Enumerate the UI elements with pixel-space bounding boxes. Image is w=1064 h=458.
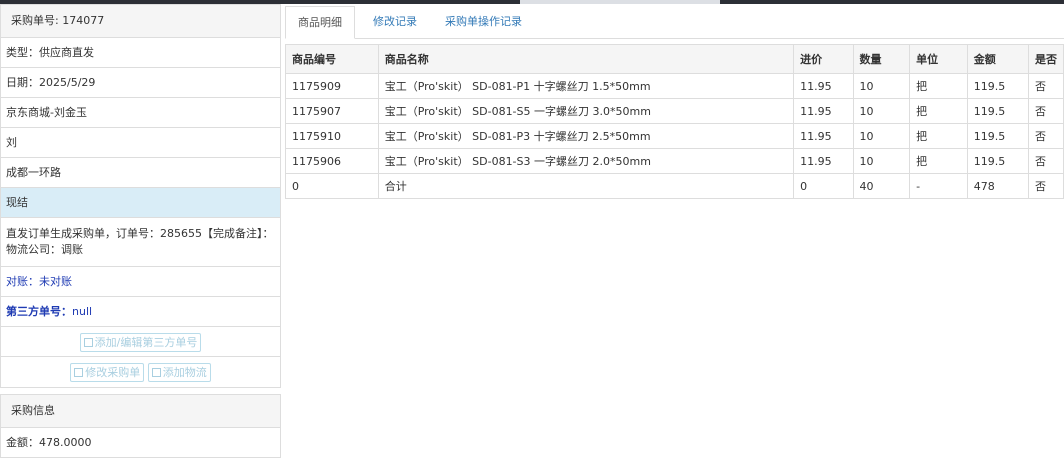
cell-flag: 否 [1027,173,1064,199]
cell-name: 合计 [377,173,795,199]
cell-flag: 否 [1027,148,1064,174]
third-party-button-row: 添加/编辑第三方单号 [1,327,280,357]
contact-name: 刘 [1,128,280,158]
col-quantity: 数量 [852,44,911,74]
cell-code: 1175906 [285,148,379,174]
cell-unit: 把 [909,73,968,99]
cell-flag: 否 [1027,73,1064,99]
left-column: 采购单号: 174077 类型：供应商直发 日期：2025/5/29 京东商城-… [0,4,281,458]
order-number-heading: 采购单号: 174077 [1,5,280,38]
table-row: 1175910 宝工（Pro'skit） SD-081-P3 十字螺丝刀 2.5… [285,123,1064,149]
cell-code: 0 [285,173,379,199]
cell-unit: - [909,173,968,199]
order-info-panel: 采购单号: 174077 类型：供应商直发 日期：2025/5/29 京东商城-… [0,4,281,388]
edit-icon [83,338,93,347]
cell-unit: 把 [909,98,968,124]
table-row: 1175909 宝工（Pro'skit） SD-081-P1 十字螺丝刀 1.5… [285,73,1064,99]
purchase-info-heading: 采购信息 [1,395,280,428]
cell-unit: 把 [909,148,968,174]
cell-name: 宝工（Pro'skit） SD-081-S3 一字螺丝刀 2.0*50mm [377,148,795,174]
col-unit-price: 进价 [793,44,854,74]
edit-icon [74,368,84,377]
table-header-row: 商品编号 商品名称 进价 数量 单位 金额 是否 [285,44,1064,74]
col-product-name: 商品名称 [377,44,795,74]
cell-code: 1175907 [285,98,379,124]
cell-price: 11.95 [793,98,854,124]
cell-name: 宝工（Pro'skit） SD-081-P3 十字螺丝刀 2.5*50mm [377,123,795,149]
cell-qty: 10 [852,98,911,124]
cell-price: 0 [793,173,854,199]
cell-price: 11.95 [793,148,854,174]
cell-code: 1175909 [285,73,379,99]
add-logistics-label: 添加物流 [162,366,207,379]
detail-area: 商品明细 修改记录 采购单操作记录 商品编号 商品名称 进价 数量 单位 金额 … [285,4,1064,199]
edit-third-party-button[interactable]: 添加/编辑第三方单号 [79,333,202,352]
cell-price: 11.95 [793,73,854,99]
purchase-amount: 金额：478.0000 [6,436,92,449]
third-party-label: 第三方单号： [6,305,72,318]
cell-name: 宝工（Pro'skit） SD-081-S5 一字螺丝刀 3.0*50mm [377,98,795,124]
col-unit: 单位 [909,44,968,74]
order-type: 类型：供应商直发 [1,38,280,68]
cell-flag: 否 [1027,98,1064,124]
cell-unit: 把 [909,123,968,149]
table-total-row: 0 合计 0 40 - 478 否 [285,173,1064,199]
tab-operation-log[interactable]: 采购单操作记录 [445,6,522,38]
cell-qty: 10 [852,148,911,174]
order-date: 日期：2025/5/29 [1,68,280,98]
cell-name: 宝工（Pro'skit） SD-081-P1 十字螺丝刀 1.5*50mm [377,73,795,99]
order-remark: 直发订单生成采购单，订单号：285655【完成备注】： 物流公司：调账 [1,218,280,267]
cell-amount: 119.5 [966,73,1029,99]
order-actions-row: 修改采购单 添加物流 [1,357,280,387]
add-logistics-button[interactable]: 添加物流 [147,363,211,382]
col-flag: 是否 [1027,44,1064,74]
col-amount: 金额 [966,44,1029,74]
cell-qty: 10 [852,123,911,149]
cell-price: 11.95 [793,123,854,149]
third-party-value: null [72,305,93,318]
table-row: 1175906 宝工（Pro'skit） SD-081-S3 一字螺丝刀 2.0… [285,148,1064,174]
cell-qty: 40 [852,173,911,199]
cell-amount: 478 [966,173,1029,199]
product-table: 商品编号 商品名称 进价 数量 单位 金额 是否 1175909 宝工（Pro'… [285,44,1064,199]
supplier-name: 京东商城-刘金玉 [1,98,280,128]
cell-amount: 119.5 [966,148,1029,174]
table-row: 1175907 宝工（Pro'skit） SD-081-S5 一字螺丝刀 3.0… [285,98,1064,124]
third-party-number: 第三方单号：null [1,297,280,327]
edit-third-party-label: 添加/编辑第三方单号 [94,336,198,349]
cell-amount: 119.5 [966,98,1029,124]
edit-icon [151,368,161,377]
cell-amount: 119.5 [966,123,1029,149]
tab-bar: 商品明细 修改记录 采购单操作记录 [285,4,1064,39]
tab-change-log[interactable]: 修改记录 [373,6,417,38]
reconcile-status: 对账：未对账 [1,267,280,297]
cell-flag: 否 [1027,123,1064,149]
settlement-type: 现结 [1,188,280,218]
tab-product-details[interactable]: 商品明细 [285,6,355,39]
cell-code: 1175910 [285,123,379,149]
purchase-info-panel: 采购信息 金额：478.0000 [0,394,281,458]
edit-order-label: 修改采购单 [85,366,141,379]
edit-order-button[interactable]: 修改采购单 [70,363,145,382]
address: 成都一环路 [1,158,280,188]
cell-qty: 10 [852,73,911,99]
col-product-code: 商品编号 [285,44,379,74]
